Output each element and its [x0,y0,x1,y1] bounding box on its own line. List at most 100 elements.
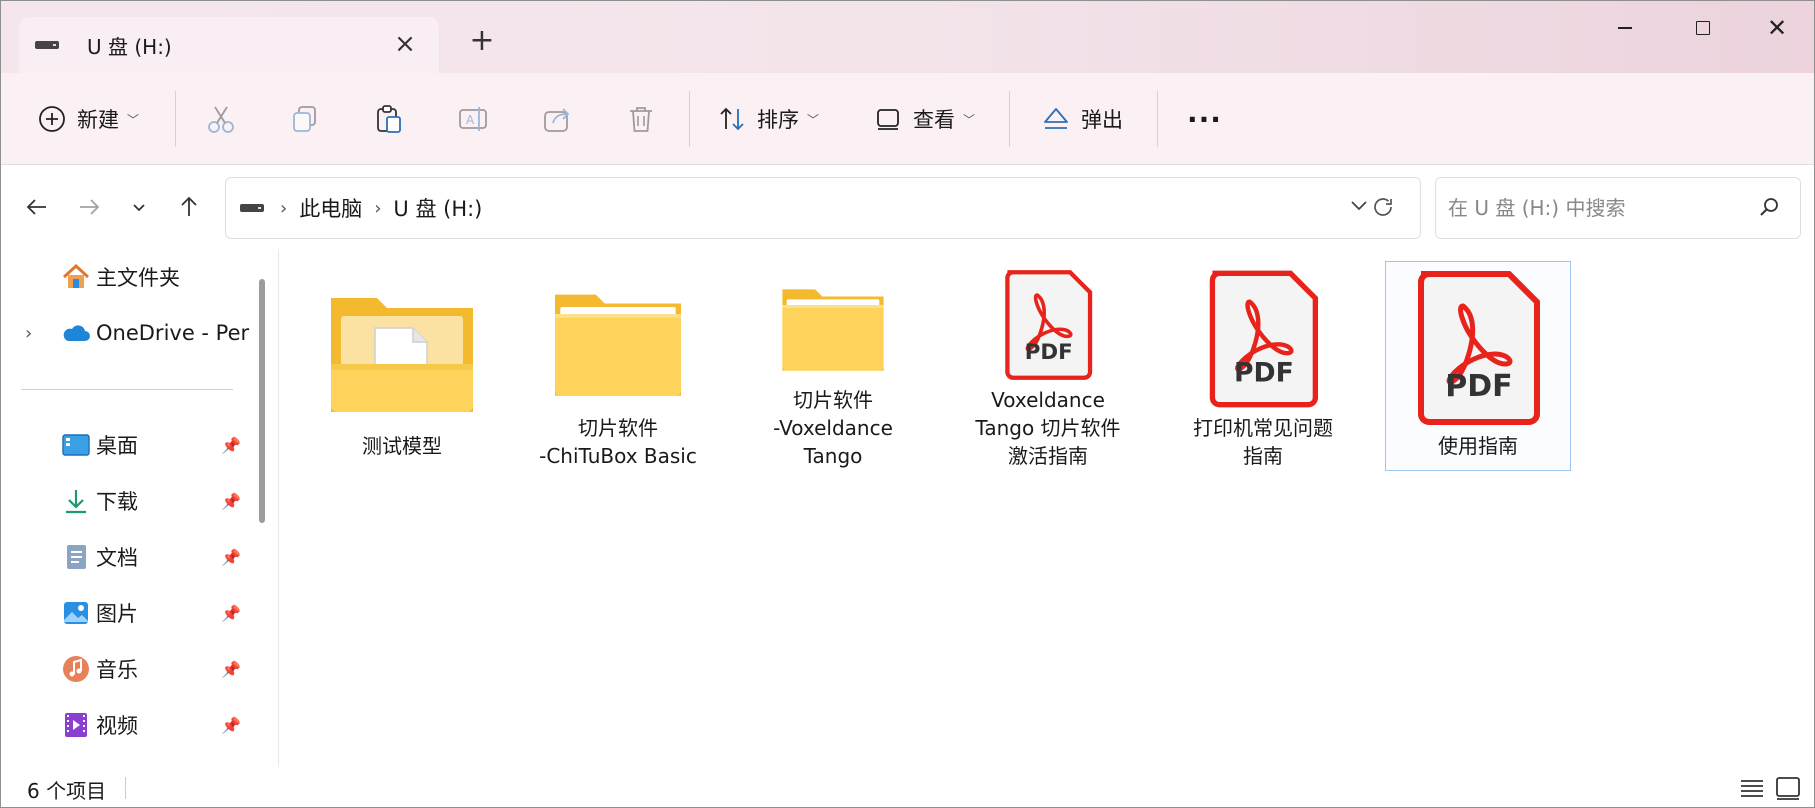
close-icon[interactable]: × [391,31,419,59]
back-button[interactable] [19,189,55,225]
arrow-up-icon [181,196,197,216]
sidebar-divider [21,389,233,390]
file-item-folder[interactable]: 切片软件 -Voxeldance Tango [740,261,926,471]
pin-icon[interactable]: 📌 [221,716,241,735]
sort-label: 排序 [757,108,799,132]
pin-icon[interactable]: 📌 [221,660,241,679]
pictures-icon [64,602,88,624]
file-name: 切片软件 -Voxeldance Tango [743,386,923,470]
eject-label: 弹出 [1081,108,1123,132]
navigation-bar: › 此电脑 › U 盘 (H:) [1,165,1814,245]
video-icon [65,713,87,737]
pin-icon[interactable]: 📌 [221,492,241,511]
sidebar-item-videos[interactable]: 视频 📌 [1,703,241,747]
tab-title: U 盘 (H:) [87,34,172,59]
file-name: 测试模型 [312,432,492,460]
delete-icon[interactable] [625,103,657,135]
sidebar-item-documents[interactable]: 文档 📌 [1,535,241,579]
file-list-area: 测试模型 切片软件 -ChiTuBox Basic 切片软件 -Voxeldan… [279,245,1814,767]
file-name-line: -Voxeldance [773,416,893,440]
address-bar[interactable]: › 此电脑 › U 盘 (H:) [225,177,1421,239]
new-button[interactable]: 新建 ﹀ [37,95,139,143]
view-button[interactable]: 查看 ﹀ [875,95,975,143]
file-name-line: 激活指南 [1008,444,1088,468]
close-window-button[interactable]: ✕ [1750,9,1804,47]
refresh-button[interactable] [1371,195,1395,225]
sort-button[interactable]: 排序 ﹀ [717,95,819,143]
copy-icon[interactable] [289,103,321,135]
sidebar-item-label: 下载 [96,490,138,514]
command-bar: 新建 ﹀ A 排序 ﹀ 查看 ﹀ 弹出 ··· [1,73,1814,165]
home-icon [62,263,90,288]
chevron-right-icon[interactable]: › [25,323,32,344]
arrow-left-icon [26,199,46,215]
tab-usb-drive[interactable]: U 盘 (H:) × [19,17,439,73]
file-name: 使用指南 [1388,432,1568,460]
sidebar-item-label: 文档 [96,546,138,570]
minimize-button[interactable] [1598,9,1652,47]
maximize-icon [1696,21,1710,35]
file-item-folder[interactable]: 测试模型 [309,261,495,471]
sidebar-item-label: 音乐 [96,658,138,682]
pdf-icon: PDF [1005,270,1093,380]
sidebar-item-onedrive[interactable]: › OneDrive - Per [1,311,249,355]
large-icons-view-icon[interactable] [1773,773,1803,803]
share-icon[interactable] [541,103,573,135]
pin-icon[interactable]: 📌 [221,548,241,567]
search-box[interactable] [1435,177,1801,239]
file-item-pdf[interactable]: PDF 打印机常见问题 指南 [1170,261,1356,471]
plus-icon[interactable]: + [467,26,497,57]
rename-icon[interactable]: A [457,103,489,135]
address-dropdown-button[interactable] [1348,194,1370,221]
sidebar-item-music[interactable]: 音乐 📌 [1,647,241,691]
usb-drive-icon [35,36,63,54]
eject-button[interactable]: 弹出 [1041,95,1123,143]
new-label: 新建 [77,108,119,132]
details-view-icon[interactable] [1737,773,1767,803]
breadcrumb-usb-drive[interactable]: U 盘 (H:) [393,193,482,223]
search-icon[interactable] [1758,196,1780,218]
pdf-icon: PDF [1418,271,1540,425]
download-icon [66,490,86,514]
sidebar-item-label: 图片 [96,602,138,626]
file-item-pdf[interactable]: PDF 使用指南 [1385,261,1571,471]
cut-icon[interactable] [205,103,237,135]
chevron-right-icon: › [280,197,288,219]
sidebar-item-downloads[interactable]: 下载 📌 [1,479,241,523]
status-bar: 6 个项目 [1,767,1814,807]
sidebar-item-pictures[interactable]: 图片 📌 [1,591,241,635]
view-icon [877,109,899,130]
file-name-line: Tango 切片软件 [975,416,1121,440]
more-icon: ··· [1187,102,1222,136]
maximize-button[interactable] [1676,9,1730,47]
up-button[interactable] [171,189,207,225]
sidebar-item-label: OneDrive - Per [96,321,250,345]
item-count: 6 个项目 [27,779,107,803]
paste-icon[interactable] [373,103,405,135]
sidebar-item-desktop[interactable]: 桌面 📌 [1,423,241,467]
desktop-icon [62,434,90,456]
status-divider [125,777,126,799]
sidebar-item-label: 桌面 [96,434,138,458]
pin-icon[interactable]: 📌 [221,604,241,623]
file-item-folder[interactable]: 切片软件 -ChiTuBox Basic [525,261,711,471]
forward-button[interactable] [71,189,107,225]
file-name: 切片软件 -ChiTuBox Basic [528,414,708,470]
folder-icon [782,289,884,371]
toolbar-divider [175,91,176,147]
close-window-icon: ✕ [1766,14,1788,42]
pin-icon[interactable]: 📌 [221,436,241,455]
search-input[interactable] [1448,196,1748,220]
arrow-right-icon [80,199,100,215]
sidebar-item-label: 主文件夹 [96,266,180,290]
file-item-pdf[interactable]: PDF Voxeldance Tango 切片软件 激活指南 [955,261,1141,471]
toolbar-divider [689,91,690,147]
sidebar-item-home[interactable]: 主文件夹 [1,255,241,299]
file-name-line: 测试模型 [362,434,442,458]
more-button[interactable]: ··· [1187,95,1222,143]
recent-locations-button[interactable] [121,189,157,225]
pdf-label: PDF [1025,340,1073,365]
file-name-line: Voxeldance [991,388,1105,412]
sidebar-scrollbar-thumb[interactable] [259,279,265,523]
breadcrumb-this-pc[interactable]: 此电脑 [299,193,362,223]
